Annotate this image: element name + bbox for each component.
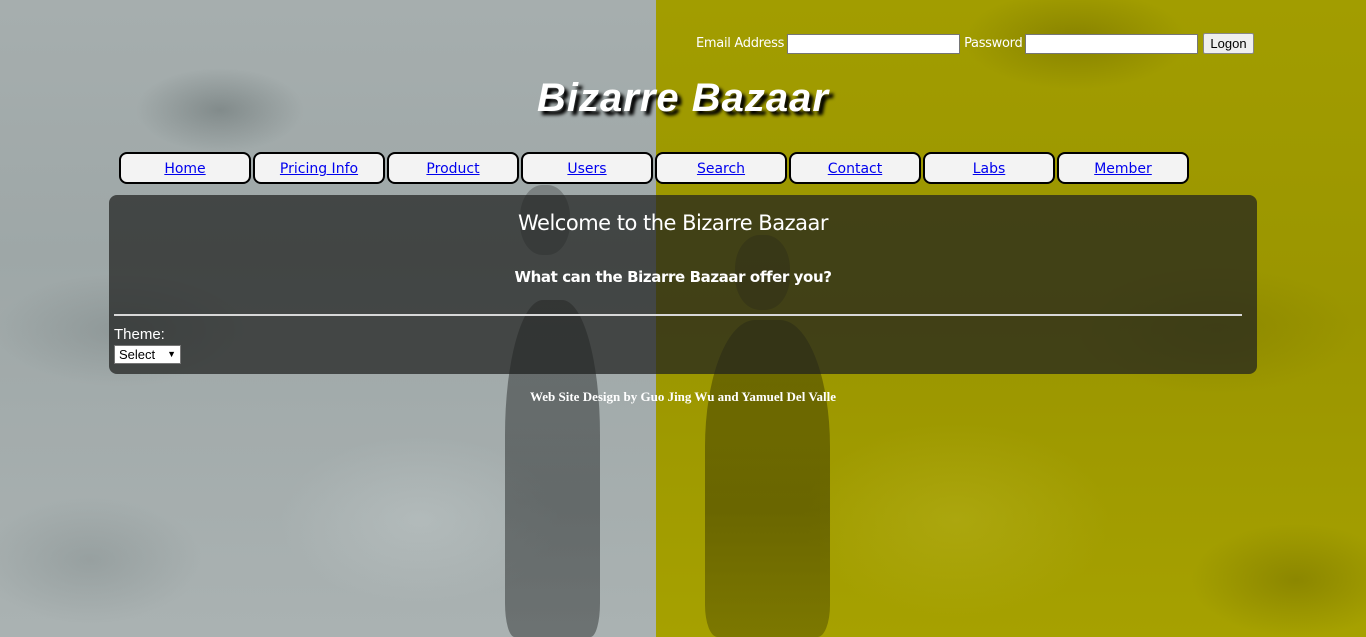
- nav-item-member[interactable]: Member: [1057, 152, 1189, 184]
- nav-item-users[interactable]: Users: [521, 152, 653, 184]
- theme-select[interactable]: Select ▼: [114, 345, 181, 364]
- theme-select-value: Select: [119, 347, 156, 362]
- password-field[interactable]: [1025, 33, 1199, 54]
- nav-item-search[interactable]: Search: [655, 152, 787, 184]
- email-label: Email Address: [696, 36, 785, 51]
- welcome-heading: Welcome to the Bizarre Bazaar: [518, 211, 828, 235]
- login-form: Email Address Password Logon: [696, 33, 1254, 54]
- password-label: Password: [964, 36, 1023, 51]
- nav-item-pricing-info[interactable]: Pricing Info: [253, 152, 385, 184]
- nav-item-home[interactable]: Home: [119, 152, 251, 184]
- email-field[interactable]: [787, 33, 961, 54]
- footer-credit: Web Site Design by Guo Jing Wu and Yamue…: [529, 389, 837, 404]
- nav-item-contact[interactable]: Contact: [789, 152, 921, 184]
- nav-item-labs[interactable]: Labs: [923, 152, 1055, 184]
- logon-button[interactable]: Logon: [1203, 33, 1254, 54]
- welcome-subheading: What can the Bizarre Bazaar offer you?: [514, 268, 832, 286]
- theme-label: Theme:: [114, 326, 165, 343]
- chevron-down-icon: ▼: [167, 349, 176, 359]
- divider: [114, 314, 1242, 316]
- site-title: Bizarre Bazaar: [537, 76, 829, 120]
- welcome-panel: Welcome to the Bizarre Bazaar What can t…: [109, 195, 1257, 374]
- nav-item-product[interactable]: Product: [387, 152, 519, 184]
- main-nav: Home Pricing Info Product Users Search C…: [119, 152, 1191, 184]
